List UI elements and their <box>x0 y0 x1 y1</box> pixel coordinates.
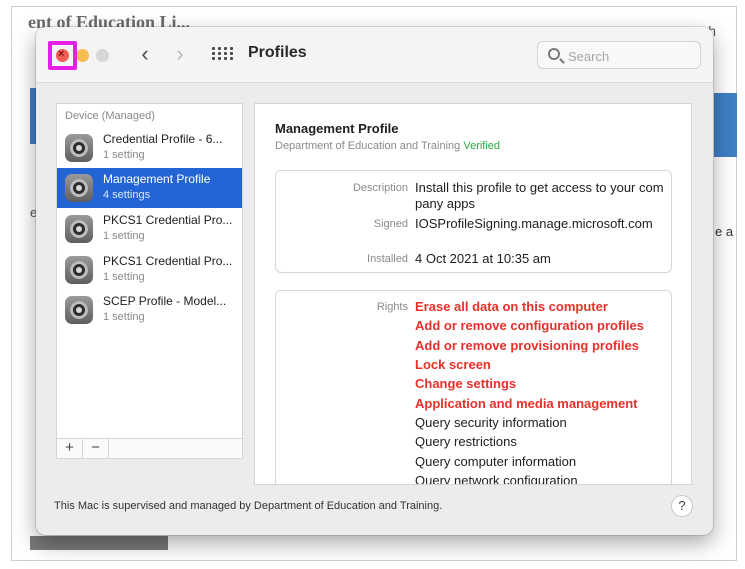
rights-item: Lock screen <box>415 357 491 372</box>
title-bar: × ‹ › Profiles <box>36 27 713 83</box>
rights-item: Query restrictions <box>415 434 517 449</box>
profile-item-name: Credential Profile - 6... <box>103 132 223 146</box>
profile-item-name: PKCS1 Credential Pro... <box>103 254 233 268</box>
profile-info-box: Description Install this profile to get … <box>275 170 672 273</box>
remove-profile-button[interactable]: − <box>83 439 109 459</box>
sidebar-section-header: Device (Managed) <box>65 110 155 122</box>
rights-item: Query security information <box>415 415 567 430</box>
back-button[interactable]: ‹ <box>134 42 156 68</box>
detail-title: Management Profile <box>275 121 399 136</box>
add-profile-button[interactable]: + <box>57 439 83 459</box>
rights-item: Query network configuration <box>415 473 578 485</box>
profile-item-management[interactable]: Management Profile 4 settings <box>57 168 242 208</box>
supervision-status-text: This Mac is supervised and managed by De… <box>54 500 443 512</box>
profile-item-name: SCEP Profile - Model... <box>103 294 227 308</box>
search-icon <box>548 48 560 60</box>
forward-button[interactable]: › <box>169 42 191 68</box>
rights-item: Change settings <box>415 376 517 391</box>
signed-label: Signed <box>373 218 408 230</box>
background-text-right: e a <box>715 224 734 239</box>
profile-gear-icon <box>65 296 93 324</box>
rights-item: Add or remove provisioning profiles <box>415 338 639 353</box>
installed-value: 4 Oct 2021 at 10:35 am <box>415 251 551 266</box>
window-title: Profiles <box>248 44 307 61</box>
help-button[interactable]: ? <box>671 495 693 517</box>
search-field[interactable] <box>537 41 701 69</box>
zoom-window-button[interactable] <box>96 49 109 62</box>
rights-item: Add or remove configuration profiles <box>415 318 644 333</box>
rights-item: Application and media management <box>415 396 638 411</box>
verified-badge: Verified <box>463 140 501 152</box>
profile-gear-icon <box>65 215 93 243</box>
organization-name: Department of Education and Training <box>275 140 461 152</box>
background-footer-strip <box>30 536 168 550</box>
detail-organization: Department of Education and Training Ver… <box>275 140 500 152</box>
profiles-sidebar: Device (Managed) Credential Profile - 6.… <box>56 103 243 459</box>
profile-item-settings-count: 4 settings <box>103 189 151 201</box>
profile-gear-icon <box>65 134 93 162</box>
profiles-window: × ‹ › Profiles Device (Managed) Credenti… <box>36 27 713 535</box>
signed-value: IOSProfileSigning.manage.microsoft.com <box>415 216 653 231</box>
highlight-annotation-box <box>48 41 77 70</box>
profile-gear-icon <box>65 256 93 284</box>
profile-item-name: PKCS1 Credential Pro... <box>103 213 233 227</box>
profile-item-scep[interactable]: SCEP Profile - Model... 1 setting <box>57 290 242 330</box>
sidebar-footer: + − <box>57 438 242 459</box>
search-input[interactable] <box>568 46 694 66</box>
minimize-window-button[interactable] <box>76 49 89 62</box>
installed-label: Installed <box>367 253 408 265</box>
description-value: Install this profile to get access to yo… <box>415 180 664 211</box>
profile-item-settings-count: 1 setting <box>103 230 145 242</box>
rights-label: Rights <box>376 301 408 313</box>
description-label: Description <box>352 182 408 194</box>
rights-item: Query computer information <box>415 454 577 469</box>
profile-item-settings-count: 1 setting <box>103 271 145 283</box>
profile-item-credential[interactable]: Credential Profile - 6... 1 setting <box>57 128 242 168</box>
profile-item-pkcs1-b[interactable]: PKCS1 Credential Pro... 1 setting <box>57 250 242 290</box>
profile-item-settings-count: 1 setting <box>103 149 145 161</box>
rights-box: Rights Erase all data on this computer A… <box>275 290 672 485</box>
profile-item-settings-count: 1 setting <box>103 311 145 323</box>
show-all-grid-icon[interactable] <box>212 47 233 63</box>
rights-item: Erase all data on this computer <box>415 299 608 314</box>
profile-detail-pane: Management Profile Department of Educati… <box>254 103 692 485</box>
profile-gear-icon <box>65 174 93 202</box>
background-banner-right <box>714 93 737 157</box>
profile-item-name: Management Profile <box>103 172 211 186</box>
profile-item-pkcs1-a[interactable]: PKCS1 Credential Pro... 1 setting <box>57 209 242 249</box>
